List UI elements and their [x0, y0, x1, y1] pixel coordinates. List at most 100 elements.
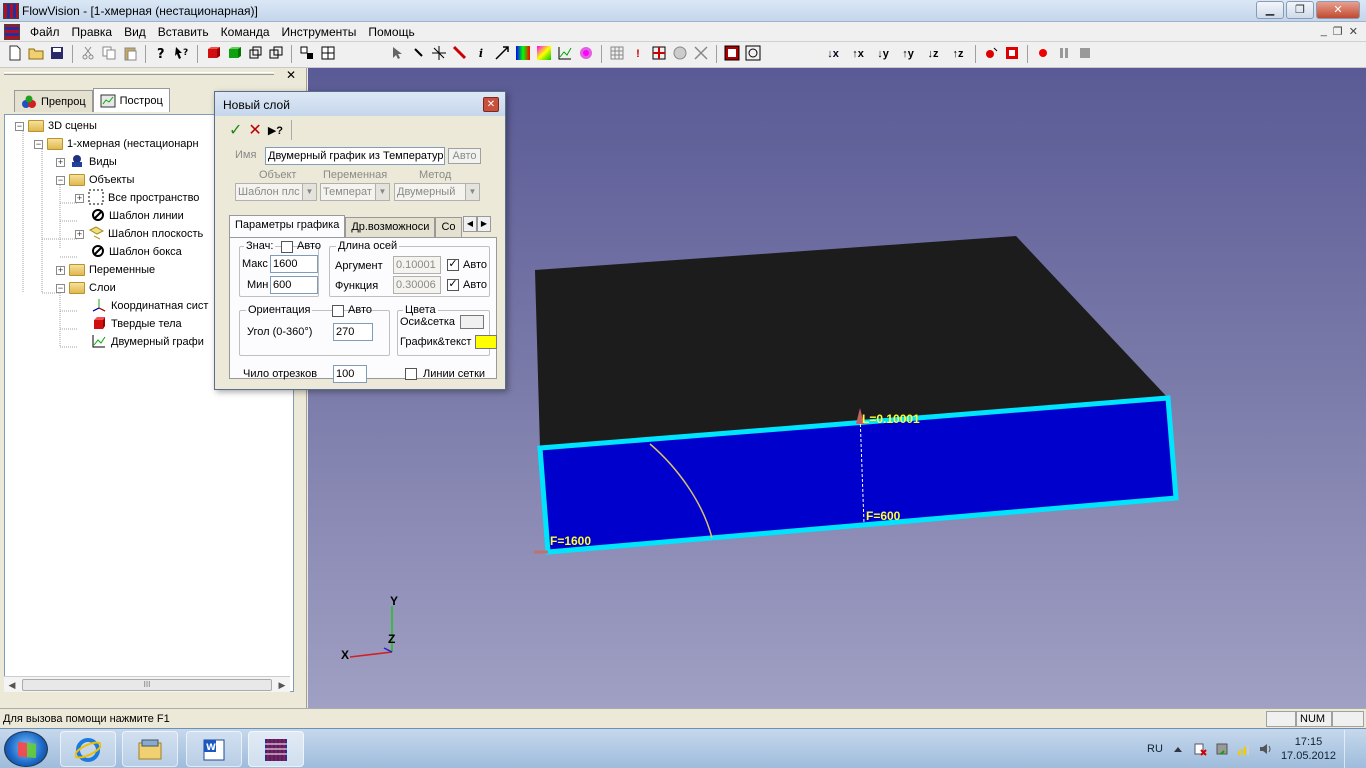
- grid-lines-checkbox[interactable]: [405, 368, 417, 380]
- view-plus-x-button[interactable]: ↑x: [847, 45, 869, 63]
- function-input[interactable]: 0.30006: [393, 276, 441, 294]
- tab-scroll-right-icon[interactable]: ▶: [477, 216, 491, 232]
- taskbar-flowvision-button[interactable]: [248, 731, 304, 767]
- expand-icon[interactable]: +: [56, 157, 65, 167]
- show-hidden-icons-icon[interactable]: [1171, 742, 1185, 756]
- chevron-down-icon[interactable]: ▼: [375, 184, 389, 200]
- cancel-cross-icon[interactable]: ✕: [248, 120, 261, 140]
- taskbar-ie-button[interactable]: [60, 731, 116, 767]
- tab-graph-params[interactable]: Параметры графика: [229, 215, 346, 237]
- layout-icon[interactable]: [298, 45, 316, 63]
- context-help-icon[interactable]: ?: [173, 45, 191, 63]
- pause-icon[interactable]: [1055, 45, 1073, 63]
- collapse-icon[interactable]: −: [56, 175, 65, 185]
- volume-icon[interactable]: [1259, 742, 1273, 756]
- view-plus-z-button[interactable]: ↑z: [947, 45, 969, 63]
- tab-preprocessor[interactable]: Препроц: [14, 90, 93, 112]
- tab-more[interactable]: Со: [435, 217, 462, 237]
- menu-insert[interactable]: Вставить: [158, 25, 209, 39]
- open-folder-icon[interactable]: [27, 45, 45, 63]
- view-minus-y-button[interactable]: ↓y: [872, 45, 894, 63]
- solid-view-icon[interactable]: [204, 45, 222, 63]
- stop-icon[interactable]: [1076, 45, 1094, 63]
- tree-item-objects[interactable]: − Объекты: [56, 171, 134, 189]
- start-button[interactable]: [4, 731, 48, 767]
- graph-icon[interactable]: [556, 45, 574, 63]
- tree-horizontal-scrollbar[interactable]: ◀ III ▶: [4, 676, 290, 692]
- taskbar-explorer-button[interactable]: [122, 731, 178, 767]
- menu-view[interactable]: Вид: [124, 25, 146, 39]
- menu-tools[interactable]: Инструменты: [282, 25, 357, 39]
- minimize-button[interactable]: ▁: [1256, 1, 1284, 19]
- solid-green-icon[interactable]: [225, 45, 243, 63]
- layout-2-icon[interactable]: [319, 45, 337, 63]
- record-icon[interactable]: [1034, 45, 1052, 63]
- new-file-icon[interactable]: [6, 45, 24, 63]
- expand-icon[interactable]: +: [56, 265, 65, 275]
- scroll-thumb[interactable]: III: [22, 679, 272, 691]
- delete-icon[interactable]: [692, 45, 710, 63]
- tree-item-line-template[interactable]: Шаблон линии: [91, 207, 184, 225]
- color-map-icon[interactable]: [514, 45, 532, 63]
- chevron-down-icon[interactable]: ▼: [465, 184, 479, 200]
- tree-item-whole-space[interactable]: + Все пространство: [75, 189, 199, 207]
- action-center-icon[interactable]: [1193, 742, 1207, 756]
- clock[interactable]: 17:15 17.05.2012: [1281, 735, 1336, 763]
- collapse-icon[interactable]: −: [56, 283, 65, 293]
- tree-item-scene[interactable]: − 1-хмерная (нестационарн: [34, 135, 199, 153]
- vector-icon[interactable]: [493, 45, 511, 63]
- color-map-2-icon[interactable]: [535, 45, 553, 63]
- mdi-restore-button[interactable]: ❐: [1333, 25, 1343, 38]
- panel-close-button[interactable]: ✕: [286, 68, 296, 82]
- menu-help[interactable]: Помощь: [368, 25, 414, 39]
- tree-item-coordinate-system[interactable]: Координатная сист: [91, 297, 208, 315]
- cut-icon[interactable]: [79, 45, 97, 63]
- max-input[interactable]: 1600: [270, 255, 318, 273]
- axes-move-icon[interactable]: [430, 45, 448, 63]
- tree-item-2d-graph[interactable]: Двумерный графи: [91, 333, 204, 351]
- tree-item-layers[interactable]: − Слои: [56, 279, 116, 297]
- expand-icon[interactable]: +: [75, 229, 84, 239]
- menu-command[interactable]: Команда: [221, 25, 270, 39]
- mdi-close-button[interactable]: ✕: [1349, 25, 1358, 38]
- object-select[interactable]: Шаблон плс ▼: [235, 183, 317, 201]
- tree-item-box-template[interactable]: Шаблон бокса: [91, 243, 182, 261]
- record-point-icon[interactable]: [982, 45, 1000, 63]
- probe-icon[interactable]: [451, 45, 469, 63]
- view-plus-y-button[interactable]: ↑y: [897, 45, 919, 63]
- camera-icon[interactable]: [671, 45, 689, 63]
- tab-postprocessor[interactable]: Построц: [92, 88, 170, 112]
- angle-input[interactable]: 270: [333, 323, 373, 341]
- tree-item-solids[interactable]: Твердые тела: [91, 315, 182, 333]
- orientation-auto-checkbox[interactable]: [332, 305, 344, 317]
- min-input[interactable]: 600: [270, 276, 318, 294]
- auto-name-button[interactable]: Авто: [448, 148, 481, 164]
- values-auto-checkbox[interactable]: [281, 241, 293, 253]
- ok-check-icon[interactable]: ✓: [229, 120, 242, 140]
- tree-item-plane-template[interactable]: + Шаблон плоскость: [75, 225, 203, 243]
- argument-auto-checkbox[interactable]: ✓: [447, 259, 459, 271]
- grid-red-icon[interactable]: [650, 45, 668, 63]
- language-indicator[interactable]: RU: [1147, 743, 1163, 755]
- argument-input[interactable]: 0.10001: [393, 256, 441, 274]
- view-minus-z-button[interactable]: ↓z: [922, 45, 944, 63]
- zoom-fit-icon[interactable]: [744, 45, 762, 63]
- tab-scroll-left-icon[interactable]: ◀: [463, 216, 477, 232]
- record-stop-icon[interactable]: [1003, 45, 1021, 63]
- collapse-icon[interactable]: −: [15, 121, 24, 131]
- tab-other-options[interactable]: Др.возможноси: [345, 217, 436, 237]
- collapse-icon[interactable]: −: [34, 139, 43, 149]
- plot-text-color-swatch[interactable]: [475, 335, 497, 349]
- tree-item-variables[interactable]: + Переменные: [56, 261, 155, 279]
- copy-icon[interactable]: [100, 45, 118, 63]
- panel-grip[interactable]: [4, 72, 274, 75]
- usb-icon[interactable]: [1215, 742, 1229, 756]
- paste-icon[interactable]: [121, 45, 139, 63]
- segments-input[interactable]: 100: [333, 365, 367, 383]
- taskbar-word-button[interactable]: W: [186, 731, 242, 767]
- network-icon[interactable]: [1237, 742, 1251, 756]
- scroll-right-arrow-icon[interactable]: ▶: [275, 678, 289, 692]
- menu-edit[interactable]: Правка: [72, 25, 113, 39]
- help-icon[interactable]: ?: [152, 45, 170, 63]
- view-minus-x-button[interactable]: ↓x: [822, 45, 844, 63]
